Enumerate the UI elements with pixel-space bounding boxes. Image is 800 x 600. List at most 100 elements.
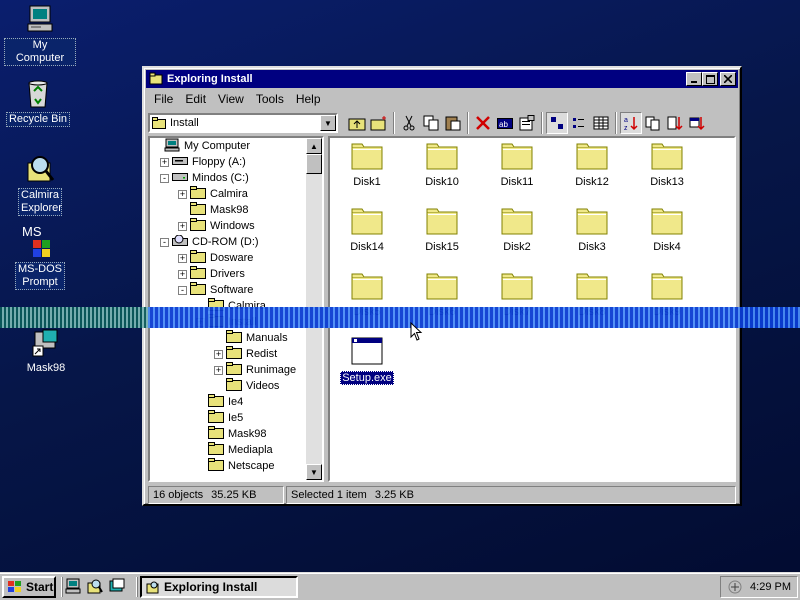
menu-edit[interactable]: Edit [179, 92, 212, 106]
tree-node[interactable]: Ie4 [150, 394, 308, 410]
folder-item[interactable]: Disk7 [482, 272, 552, 318]
scroll-thumb[interactable] [306, 154, 322, 174]
cut-button[interactable] [398, 112, 420, 134]
expand-icon[interactable]: + [196, 317, 205, 327]
tree-node[interactable]: + Dosware [150, 250, 308, 266]
quick-launch-computer-icon[interactable] [64, 577, 82, 595]
folder-item[interactable]: Disk8 [557, 272, 627, 318]
desktop-icon-recycle-bin[interactable]: Recycle Bin [2, 76, 74, 127]
delete-button[interactable] [472, 112, 494, 134]
dropdown-arrow-icon[interactable]: ▼ [320, 115, 336, 131]
folder-item[interactable]: Disk11 [482, 142, 552, 188]
expand-icon[interactable]: + [178, 269, 187, 279]
expand-icon[interactable]: + [214, 365, 223, 375]
maximize-button[interactable] [702, 72, 718, 86]
large-icons-view-button[interactable] [546, 112, 568, 134]
folder-item[interactable]: Disk2 [482, 207, 552, 253]
collapse-icon[interactable]: - [178, 285, 187, 295]
close-button[interactable] [720, 72, 736, 86]
tree-node[interactable]: + Windows [150, 218, 308, 234]
folder-item[interactable]: Disk9 [632, 272, 702, 318]
tray-volume-icon[interactable] [727, 579, 743, 595]
scroll-down-arrow-icon[interactable]: ▼ [306, 464, 322, 480]
tree-node[interactable]: + Install [150, 314, 308, 330]
tree-node[interactable]: - Mindos (C:) [150, 170, 308, 186]
tree-node[interactable]: My Computer [150, 138, 308, 154]
start-button[interactable]: Start [2, 576, 56, 598]
menu-tools[interactable]: Tools [250, 92, 290, 106]
collapse-icon[interactable]: - [160, 237, 169, 247]
quick-launch-desktop-icon[interactable] [108, 577, 126, 595]
file-item[interactable]: Setup.exe [332, 337, 402, 385]
menu-help[interactable]: Help [290, 92, 327, 106]
folder-tree[interactable]: My Computer + Floppy (A:) - Mindos (C:) + Calm… [148, 136, 324, 482]
clock[interactable]: 4:29 PM [750, 581, 791, 593]
item-label: Disk10 [425, 176, 459, 188]
tree-node[interactable]: + Calmira [150, 186, 308, 202]
taskbar-button-exploring-install[interactable]: Exploring Install [140, 576, 298, 598]
sort-by-date-button[interactable] [686, 112, 708, 134]
folder-icon [226, 362, 242, 378]
tree-node[interactable]: Videos [150, 378, 308, 394]
expand-icon[interactable]: + [214, 349, 223, 359]
sort-by-size-button[interactable] [664, 112, 686, 134]
tree-node[interactable]: Manuals [150, 330, 308, 346]
folder-item[interactable]: Disk6 [407, 272, 477, 318]
sort-by-type-button[interactable] [642, 112, 664, 134]
recycle-bin-icon [20, 76, 56, 110]
tree-node[interactable]: Mediapla [150, 442, 308, 458]
tree-node[interactable]: + Floppy (A:) [150, 154, 308, 170]
tree-node[interactable]: + Runimage [150, 362, 308, 378]
address-combo[interactable]: Install ▼ [148, 113, 338, 133]
properties-button[interactable] [516, 112, 538, 134]
details-view-button[interactable] [590, 112, 612, 134]
tree-node-label: My Computer [184, 140, 251, 152]
explorer-icon [146, 581, 159, 594]
folder-item[interactable]: Disk1 [332, 142, 402, 188]
minimize-button[interactable] [686, 72, 702, 86]
expand-icon[interactable]: + [160, 157, 169, 167]
folder-item[interactable]: Disk10 [407, 142, 477, 188]
rename-button[interactable]: ab [494, 112, 516, 134]
folder-item[interactable]: Disk5 [332, 272, 402, 318]
sort-by-name-button[interactable]: az [620, 112, 642, 134]
collapse-icon[interactable]: - [160, 173, 169, 183]
quick-launch-explorer-icon[interactable] [86, 577, 104, 595]
tree-node-label: Mask98 [210, 204, 249, 216]
tree-node[interactable]: Netscape [150, 458, 308, 474]
tree-node[interactable]: + Drivers [150, 266, 308, 282]
tree-node[interactable]: Calmira [150, 298, 308, 314]
desktop-icon-label: Mask98 [26, 362, 66, 374]
paste-button[interactable] [442, 112, 464, 134]
file-list[interactable]: Disk1 Disk10 Disk11 Disk12 Disk13 Disk14 Disk1… [328, 136, 736, 482]
scroll-up-arrow-icon[interactable]: ▲ [306, 138, 322, 154]
desktop-icon-calmira-explorer[interactable]: Calmira Explorer [4, 152, 76, 216]
tree-node[interactable]: + Redist [150, 346, 308, 362]
folder-item[interactable]: Disk4 [632, 207, 702, 253]
desktop-icon-ms-dos-prompt[interactable]: MS MS-DOS Prompt [4, 224, 76, 290]
tree-node-label: Dosware [210, 252, 254, 264]
menu-view[interactable]: View [212, 92, 250, 106]
up-folder-button[interactable] [346, 112, 368, 134]
tree-scrollbar[interactable]: ▲ ▼ [306, 138, 322, 480]
tree-node[interactable]: Mask98 [150, 426, 308, 442]
desktop-icon-mask98[interactable]: Mask98 [10, 326, 82, 375]
expand-icon[interactable]: + [178, 221, 187, 231]
desktop-icon-my-computer[interactable]: My Computer [4, 2, 76, 66]
menu-file[interactable]: File [148, 92, 179, 106]
folder-item[interactable]: Disk3 [557, 207, 627, 253]
expand-icon[interactable]: + [178, 189, 187, 199]
tree-node[interactable]: - Software [150, 282, 308, 298]
copy-button[interactable] [420, 112, 442, 134]
small-icons-view-button[interactable] [568, 112, 590, 134]
folder-item[interactable]: Disk14 [332, 207, 402, 253]
tree-node[interactable]: Ie5 [150, 410, 308, 426]
new-folder-button[interactable] [368, 112, 390, 134]
folder-item[interactable]: Disk12 [557, 142, 627, 188]
tree-node[interactable]: Mask98 [150, 202, 308, 218]
expand-icon[interactable]: + [178, 253, 187, 263]
folder-item[interactable]: Disk13 [632, 142, 702, 188]
tree-node[interactable]: - CD-ROM (D:) [150, 234, 308, 250]
title-bar[interactable]: Exploring Install [146, 70, 738, 88]
folder-item[interactable]: Disk15 [407, 207, 477, 253]
